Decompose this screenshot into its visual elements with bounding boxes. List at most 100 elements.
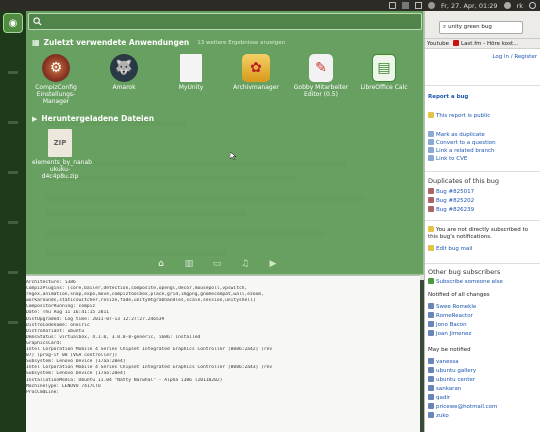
public-link[interactable]: This report is public <box>428 112 490 119</box>
bug-icon <box>428 188 434 194</box>
subscriber-link[interactable]: Swee Romekle <box>428 303 476 310</box>
app-myunity[interactable]: MyUnity <box>163 54 219 91</box>
user-name[interactable]: rk <box>517 2 523 10</box>
power-icon[interactable] <box>529 2 536 9</box>
recent-apps-title: Zuletzt verwendete Anwendungen <box>43 38 190 47</box>
edit-label: Edit bug mail <box>436 246 473 252</box>
login-link[interactable]: Log in / Register <box>492 54 537 60</box>
dash-home-button[interactable]: ◉ <box>3 13 23 33</box>
convert-question-link[interactable]: Convert to a question <box>428 139 496 146</box>
music-icon[interactable]: ♫ <box>240 259 250 269</box>
dash-lens-bar: ⌂ ▥ ▭ ♫ ▶ <box>156 259 278 269</box>
launcher: ◉ <box>0 11 26 432</box>
battery-icon[interactable] <box>414 2 422 9</box>
person-label: ubuntu center <box>436 377 476 383</box>
action-label: Mark as duplicate <box>436 132 485 138</box>
person-icon <box>428 312 434 318</box>
browser-window: ⌕ unity green bug Youtube Last.fm - Höre… <box>424 11 540 432</box>
home-icon[interactable]: ⌂ <box>156 259 166 269</box>
app-libreoffice-calc[interactable]: ▤ LibreOffice Calc <box>356 54 412 91</box>
bookmarks-bar: Youtube Last.fm - Höre kost... <box>425 39 540 49</box>
launcher-item[interactable] <box>8 321 18 324</box>
bug-icon <box>428 197 434 203</box>
launcher-item[interactable] <box>8 271 18 274</box>
bookmark-lastfm[interactable]: Last.fm - Höre kost... <box>453 39 518 48</box>
app-compizconfig[interactable]: ⚙ CompizConfig Einstellungs-Manager <box>28 54 84 105</box>
cve-icon <box>428 155 434 161</box>
archive-icon: ✿ <box>242 54 270 82</box>
search-icon: ⌕ <box>443 24 447 30</box>
subscriber-link[interactable]: Jono Bacon <box>428 321 467 328</box>
launcher-item[interactable] <box>8 71 18 74</box>
downloads-title: Heruntergeladene Dateien <box>41 114 155 123</box>
app-gobby[interactable]: ✎ Gobby Mitarbeiter Editor (0.5) <box>293 54 349 98</box>
may-notified-title: May be notified <box>428 347 471 353</box>
bookmark-label: Last.fm - Höre kost... <box>461 41 519 47</box>
video-icon[interactable]: ▶ <box>268 259 278 269</box>
action-label: Link to CVE <box>436 156 468 162</box>
person-icon <box>428 412 434 418</box>
bug-label: Bug #825017 <box>436 189 475 195</box>
lastfm-icon <box>453 40 459 46</box>
downloads-header[interactable]: ▶ Heruntergeladene Dateien <box>32 114 154 123</box>
app-label: Amarok <box>112 84 136 91</box>
user-icon[interactable] <box>503 2 511 9</box>
duplicate-bug-link[interactable]: Bug #826239 <box>428 206 474 213</box>
app-amarok[interactable]: 🐺 Amarok <box>96 54 152 91</box>
report-bug-link[interactable]: Report a bug <box>428 94 468 100</box>
volume-icon[interactable] <box>427 2 435 9</box>
dash-search-input[interactable] <box>28 13 422 30</box>
launcher-item[interactable] <box>8 221 18 224</box>
subscriber-link[interactable]: zuko <box>428 412 449 419</box>
download-zip-file[interactable]: ZIP elements_by_nanab ukuku-d4c4p8u.zip <box>32 129 92 180</box>
subscription-note: You are not directly subscribed to this … <box>428 226 536 241</box>
subscriber-link[interactable]: RomeReactor <box>428 312 473 319</box>
duplicate-icon <box>428 131 434 137</box>
launcher-item[interactable] <box>8 121 18 124</box>
duplicate-bug-link[interactable]: Bug #825202 <box>428 197 474 204</box>
link-cve-link[interactable]: Link to CVE <box>428 155 467 162</box>
person-icon <box>428 367 434 373</box>
subscriber-link[interactable]: ubuntu gallery <box>428 367 476 374</box>
warning-icon <box>428 226 434 232</box>
zip-badge: ZIP <box>53 138 67 147</box>
clock[interactable]: Fr, 27. Apr, 01:29 <box>441 2 498 10</box>
subscriber-link[interactable]: vanessa <box>428 358 459 365</box>
launcher-item[interactable] <box>8 171 18 174</box>
app-label: Archivmanager <box>233 84 279 91</box>
mail-icon[interactable] <box>401 2 409 9</box>
report-line: ProcCmdLine: <box>26 389 60 395</box>
person-icon <box>428 385 434 391</box>
files-icon[interactable]: ▭ <box>212 259 222 269</box>
duplicate-bug-link[interactable]: Bug #825017 <box>428 188 474 195</box>
dash: ▦ Zuletzt verwendete Anwendungen 13 weit… <box>26 11 424 275</box>
show-more-results-link[interactable]: 13 weitere Ergebnisse anzeigen <box>197 40 285 46</box>
person-icon <box>428 358 434 364</box>
subscriber-link[interactable]: qadir <box>428 394 450 401</box>
link-branch-link[interactable]: Link a related branch <box>428 147 494 154</box>
person-icon <box>428 403 434 409</box>
edit-bug-mail-link[interactable]: Edit bug mail <box>428 245 472 252</box>
bookmark-youtube[interactable]: Youtube <box>427 39 449 48</box>
subscribe-someone-link[interactable]: Subscribe someone else <box>428 278 503 285</box>
desktop: { "topbar":{"datetime":"Fr, 27. Apr, 01:… <box>0 0 540 432</box>
other-subscribers-title: Other bug subscribers <box>428 268 501 276</box>
address-bar[interactable]: ⌕ unity green bug <box>439 21 523 34</box>
network-icon[interactable] <box>388 2 396 9</box>
apps-icon[interactable]: ▥ <box>184 259 194 269</box>
mark-duplicate-link[interactable]: Mark as duplicate <box>428 131 485 138</box>
subscriber-link[interactable]: pricewe@hotmail.com <box>428 403 497 410</box>
person-icon <box>428 394 434 400</box>
recent-apps-header[interactable]: ▦ Zuletzt verwendete Anwendungen 13 weit… <box>32 38 285 47</box>
app-archivmanager[interactable]: ✿ Archivmanager <box>228 54 284 91</box>
subscriber-link[interactable]: Joan Jimenez <box>428 330 471 337</box>
action-label: Convert to a question <box>436 140 496 146</box>
person-icon <box>428 321 434 327</box>
chevron-right-icon: ▶ <box>32 114 38 123</box>
person-label: pricewe@hotmail.com <box>436 404 498 410</box>
person-label: vanessa <box>436 359 459 365</box>
app-label: MyUnity <box>178 84 204 91</box>
file-label: elements_by_nanab ukuku-d4c4p8u.zip <box>32 159 92 180</box>
subscriber-link[interactable]: sankaran <box>428 385 461 392</box>
subscriber-link[interactable]: ubuntu center <box>428 376 475 383</box>
